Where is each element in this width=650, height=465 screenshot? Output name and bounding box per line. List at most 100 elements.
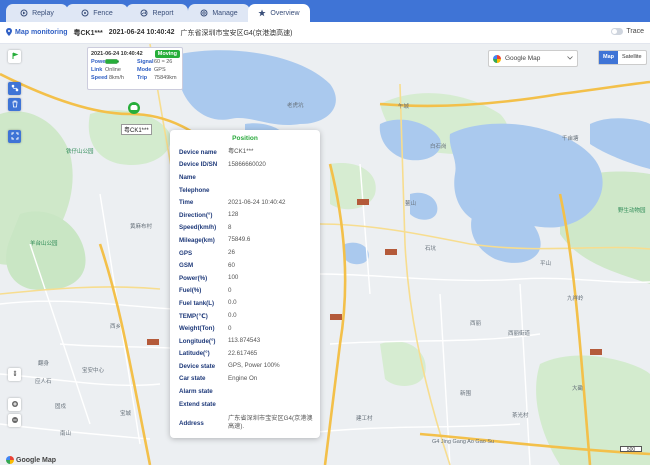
battery-icon [105, 58, 137, 66]
info-row-direction: Direction(°) 128 [179, 211, 239, 219]
replay-icon [20, 9, 28, 17]
google-logo-icon [6, 456, 14, 464]
place-label: 石坑 [425, 246, 437, 252]
place-label: 铁仔山公园 [66, 149, 94, 155]
zoom-in-button[interactable] [8, 398, 21, 411]
info-row-device-id: Device ID/SN 15866660020 [179, 160, 266, 169]
place-label: 黄麻布村 [130, 224, 153, 230]
info-row-mileage: Mileage(km) 75849.6 [179, 236, 251, 244]
place-label: 大磡 [572, 386, 584, 392]
info-row-extend-state: Extend state [179, 400, 216, 408]
place-label: 西丽街道 [508, 331, 531, 337]
place-label: 西乡 [110, 324, 122, 330]
zoom-out-button[interactable] [8, 414, 21, 427]
tab-fence[interactable]: Fence [66, 4, 128, 22]
map-type-toggle: Map Satellite [598, 50, 647, 65]
place-label: 宝安中心 [82, 368, 105, 374]
header-address: 广东省深圳市宝安区G4(京港澳高速) [180, 29, 293, 37]
google-map-logo: Google Map [6, 456, 56, 464]
trash-icon [11, 100, 19, 110]
map-provider-select[interactable]: Google Map [488, 50, 578, 67]
tab-replay[interactable]: Replay [6, 4, 68, 22]
vehicle-marker[interactable] [127, 102, 141, 114]
header-datetime: 2021-06-24 10:40:42 [108, 29, 175, 36]
report-icon [140, 9, 148, 17]
place-label: 新围 [460, 391, 472, 397]
header-plate: 粤CK1*** [73, 29, 103, 37]
place-label: 野生动物园 [618, 208, 646, 214]
place-label: 九祥岭 [567, 296, 584, 302]
info-row-name: Name [179, 173, 196, 181]
flag-icon [11, 52, 19, 62]
place-label: 茶光村 [512, 413, 529, 419]
place-label: 午城 [398, 104, 410, 110]
place-label: 翻身 [38, 361, 50, 367]
place-label: 南山 [60, 431, 72, 437]
info-row-gps: GPS 26 [179, 249, 235, 257]
place-label: 羊台山公园 [30, 241, 58, 247]
position-info-panel: Position Device name 粤CK1*** Device ID/SN… [170, 130, 320, 438]
place-label: 鳌山 [405, 201, 417, 207]
place-label: 千亩塘 [562, 136, 579, 142]
place-label: 建工村 [356, 416, 373, 422]
map-type-map-button[interactable]: Map [599, 51, 618, 64]
map-type-satellite-button[interactable]: Satellite [618, 51, 646, 64]
place-label: 平山 [540, 261, 552, 267]
fence-icon [81, 9, 89, 17]
tab-manage[interactable]: Manage [188, 4, 250, 22]
info-row-longitude: Longitude(°) 113.874543 [179, 337, 261, 345]
place-label: 应人石 [35, 379, 52, 385]
fullscreen-button[interactable] [8, 130, 21, 143]
street-view-button[interactable] [8, 368, 21, 381]
info-row-device-name: Device name 粤CK1*** [179, 148, 254, 156]
chevron-down-icon [567, 55, 573, 62]
info-row-power: Power(%) 100 [179, 274, 239, 282]
minus-icon [11, 416, 19, 426]
info-row-address: Address 广东省深圳市宝安区G4(京港澳高速). [179, 415, 313, 431]
place-label: G4 Jing Gang Ao Gao Su [432, 439, 495, 445]
info-row-weight: Weight(Ton) 0 [179, 324, 232, 333]
info-row-time: Time 2021-06-24 10:40:42 [179, 198, 286, 207]
place-label: 老虎坑 [287, 103, 304, 109]
manage-icon [200, 9, 208, 17]
place-label: 白石岗 [430, 144, 447, 150]
map-background [0, 44, 650, 465]
monitor-header: Map monitoring 粤CK1*** 2021-06-24 10:40:… [0, 22, 650, 44]
route-tool-button[interactable] [8, 82, 21, 95]
place-label: 固戍 [55, 404, 67, 410]
status-badge: Moving [154, 50, 180, 58]
panel-title: Position [232, 135, 258, 142]
vehicle-plate-label: 粤CK1*** [121, 124, 152, 135]
tab-report[interactable]: Report [126, 4, 188, 22]
vehicle-status-popup[interactable]: Moving 2021-06-24 10:40:42 Power Signal … [87, 47, 183, 90]
route-icon [11, 84, 19, 94]
info-row-latitude: Latitude(°) 22.617465 [179, 349, 258, 358]
info-row-speed: Speed(km/h) 8 [179, 223, 232, 232]
place-label: 宝城 [120, 411, 132, 417]
info-row-car-state: Car state Engine On [179, 374, 258, 383]
info-row-alarm-state: Alarm state [179, 388, 213, 396]
tab-bar: Replay Fence Report Manage Overview [0, 0, 650, 22]
map-marker-icon [6, 27, 12, 38]
info-row-telephone: Telephone [179, 186, 210, 194]
info-row-temp: TEMP(℃) 0.0 [179, 312, 237, 320]
map-scale: 500 [620, 446, 642, 453]
info-row-fuel-tank: Fuel tank(L) 0.0 [179, 299, 237, 307]
toggle-switch[interactable] [611, 28, 624, 35]
delete-tool-button[interactable] [8, 98, 21, 111]
page-title: Map monitoring [6, 27, 68, 38]
plus-icon [11, 400, 19, 410]
info-row-device-state: Device state GPS, Power 100% [179, 362, 280, 370]
star-icon [258, 9, 267, 17]
google-logo-icon [493, 54, 501, 63]
map-canvas[interactable]: 老虎坑 午城 白石岗 鳌山 石坑 千亩塘 野生动物园 黄麻布村 羊台山公园 铁仔… [0, 44, 650, 465]
sidebar-toggle-button[interactable] [8, 50, 21, 63]
expand-icon [11, 132, 19, 142]
info-row-fuel: Fuel(%) 0 [179, 286, 232, 295]
trace-toggle[interactable]: Trace [611, 28, 644, 35]
info-row-gsm: GSM 60 [179, 261, 235, 270]
tab-overview[interactable]: Overview [248, 4, 310, 22]
pegman-icon [11, 370, 19, 380]
place-label: 西丽 [470, 321, 482, 327]
car-icon [128, 102, 140, 114]
